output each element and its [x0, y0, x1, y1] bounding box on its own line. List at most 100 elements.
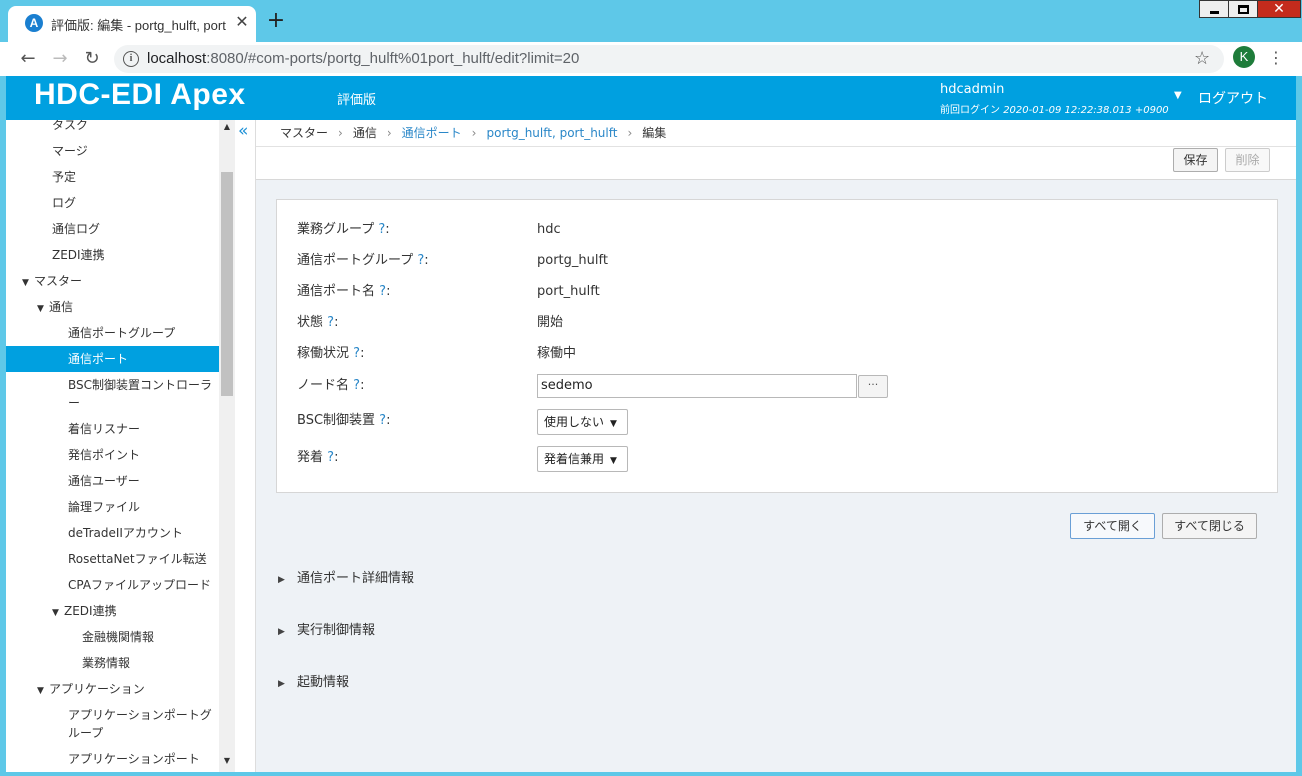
user-name[interactable]: hdcadmin [940, 82, 1004, 97]
collapse-sidebar-icon[interactable]: « [238, 121, 248, 141]
url-path: :8080/#com-ports/portg_hulft%01port_hulf… [206, 50, 580, 67]
window-minimize-button[interactable] [1199, 0, 1229, 18]
window-maximize-button[interactable] [1228, 0, 1258, 18]
sidebar-item-label: ZEDI連携 [64, 604, 117, 618]
sidebar-item-label: CPAファイルアップロード [68, 578, 212, 592]
expand-arrow-icon[interactable]: ▼ [52, 600, 64, 626]
breadcrumb-item[interactable]: 通信ポート [402, 126, 462, 140]
site-info-icon[interactable]: i [123, 51, 139, 67]
sidebar-item-label: 業務情報 [82, 656, 131, 670]
sidebar-item[interactable]: タスク [6, 120, 219, 138]
field-label: 稼働状況 ?: [297, 342, 364, 366]
sidebar-item[interactable]: 着信リスナー [6, 416, 219, 442]
sidebar-item[interactable]: ▼ ZEDI連携 [6, 598, 219, 624]
form-row-node-name: ノード名 ?: sedemo ··· [297, 374, 1257, 398]
section-port-details[interactable]: ▶ 通信ポート詳細情報 [278, 569, 414, 589]
sidebar-scrollbar[interactable]: ▲ ▼ [219, 120, 235, 772]
last-login-value: 2020-01-09 12:22:38.013 +0900 [1003, 105, 1169, 116]
reload-icon[interactable]: ↻ [79, 46, 105, 72]
field-label: BSC制御装置 ?: [297, 409, 390, 433]
sidebar-item[interactable]: アプリケーションポートグループ [6, 702, 219, 746]
field-label: 業務グループ ?: [297, 218, 390, 242]
sidebar-item-label: 発信ポイント [68, 448, 141, 462]
sidebar-item[interactable]: CPAファイルアップロード [6, 572, 219, 598]
browser-toolbar: ← → ↻ i localhost:8080/#com-ports/portg_… [0, 42, 1302, 76]
tab-close-icon[interactable]: ✕ [232, 12, 252, 32]
brand-logo[interactable]: HDC-EDI Apex [34, 78, 246, 112]
sidebar-item[interactable]: 通信ログ [6, 216, 219, 242]
expand-arrow-icon[interactable]: ▼ [37, 678, 49, 704]
scroll-down-icon[interactable]: ▼ [219, 756, 235, 765]
bsc-device-select[interactable]: 使用しない ▼ [537, 409, 628, 435]
sidebar-item[interactable]: アプリケーションポート [6, 746, 219, 772]
sidebar-item[interactable]: BSC制御装置コントローラー [6, 372, 219, 416]
sidebar-item[interactable]: 通信ユーザー [6, 468, 219, 494]
sidebar-item[interactable]: 予定 [6, 164, 219, 190]
breadcrumb-item[interactable]: portg_hulft, port_hulft [486, 126, 617, 140]
form-row-business-group: 業務グループ ?: hdc [297, 218, 1257, 242]
field-label-text: ノード名 [297, 378, 350, 393]
sidebar-item[interactable]: ZEDI連携 [6, 242, 219, 268]
profile-avatar[interactable]: K [1233, 46, 1255, 68]
sidebar-item[interactable]: 通信ポート [6, 346, 219, 372]
expand-all-button[interactable]: すべて開く [1070, 513, 1155, 539]
maximize-icon [1238, 5, 1249, 14]
sidebar-item-label: マージ [52, 144, 88, 158]
form-row-port-group: 通信ポートグループ ?: portg_hulft [297, 249, 1257, 273]
trial-label: 評価版 [337, 93, 377, 108]
sidebar-item-label: 論理ファイル [68, 500, 141, 514]
scroll-up-icon[interactable]: ▲ [219, 122, 235, 131]
sidebar-item[interactable]: 業務情報 [6, 650, 219, 676]
logout-link[interactable]: ログアウト [1198, 88, 1268, 108]
save-button[interactable]: 保存 [1173, 148, 1218, 172]
direction-select[interactable]: 発着信兼用 ▼ [537, 446, 628, 472]
node-name-input[interactable]: sedemo [537, 374, 857, 398]
section-execution-control[interactable]: ▶ 実行制御情報 [278, 621, 375, 641]
expand-triangle-icon: ▶ [278, 627, 285, 637]
sidebar-item[interactable]: deTradeIIアカウント [6, 520, 219, 546]
node-picker-button[interactable]: ··· [858, 375, 888, 398]
expand-arrow-icon[interactable]: ▼ [22, 270, 34, 296]
sidebar-item[interactable]: RosettaNetファイル転送 [6, 546, 219, 572]
form-row-bsc-device: BSC制御装置 ?: 使用しない ▼ [297, 409, 1257, 435]
collapse-all-button[interactable]: すべて閉じる [1162, 513, 1257, 539]
address-bar[interactable]: i localhost:8080/#com-ports/portg_hulft%… [114, 45, 1224, 73]
sidebar-item[interactable]: マージ [6, 138, 219, 164]
sidebar-item[interactable]: ▼ アプリケーション [6, 676, 219, 702]
window-close-button[interactable]: ✕ [1257, 0, 1301, 18]
operation-status-value: 稼働中 [537, 346, 577, 361]
sidebar-item-label: 予定 [52, 170, 77, 184]
field-label-colon: : [424, 253, 429, 268]
port-group-value: portg_hulft [537, 253, 608, 268]
sidebar-item[interactable]: ▼ 通信 [6, 294, 219, 320]
field-label-text: 稼働状況 [297, 346, 350, 361]
delete-button[interactable]: 削除 [1225, 148, 1270, 172]
sidebar-item-label: 通信ログ [52, 222, 101, 236]
sidebar-item[interactable]: 発信ポイント [6, 442, 219, 468]
sidebar-item-label: 通信ユーザー [68, 474, 140, 488]
bookmark-star-icon[interactable]: ☆ [1194, 48, 1210, 69]
sidebar-item[interactable]: ▼ マスター [6, 268, 219, 294]
field-label-text: BSC制御装置 [297, 413, 376, 428]
section-startup-info[interactable]: ▶ 起動情報 [278, 673, 349, 693]
expand-triangle-icon: ▶ [278, 575, 285, 585]
breadcrumb-item: マスター [280, 126, 329, 140]
sidebar-item[interactable]: ログ [6, 190, 219, 216]
url-text[interactable]: localhost:8080/#com-ports/portg_hulft%01… [147, 50, 579, 67]
sidebar-item-label: ZEDI連携 [52, 248, 105, 262]
field-label-text: 業務グループ [297, 222, 375, 237]
field-label-colon: : [334, 450, 339, 465]
scrollbar-thumb[interactable] [221, 172, 233, 396]
browser-tab[interactable]: A 評価版: 編集 - portg_hulft, port ✕ [8, 6, 256, 42]
forward-icon[interactable]: → [47, 46, 73, 72]
expand-arrow-icon[interactable]: ▼ [37, 296, 49, 322]
browser-menu-icon[interactable]: ⋮ [1268, 46, 1284, 70]
last-login-label: 前回ログイン [940, 105, 1004, 116]
sidebar-item[interactable]: 論理ファイル [6, 494, 219, 520]
sidebar-item-label: RosettaNetファイル転送 [68, 552, 207, 566]
user-menu-chevron-down-icon[interactable]: ▼ [1174, 90, 1182, 101]
sidebar-item[interactable]: 金融機関情報 [6, 624, 219, 650]
new-tab-button[interactable]: + [264, 10, 288, 34]
sidebar-item[interactable]: 通信ポートグループ [6, 320, 219, 346]
back-icon[interactable]: ← [15, 46, 41, 72]
